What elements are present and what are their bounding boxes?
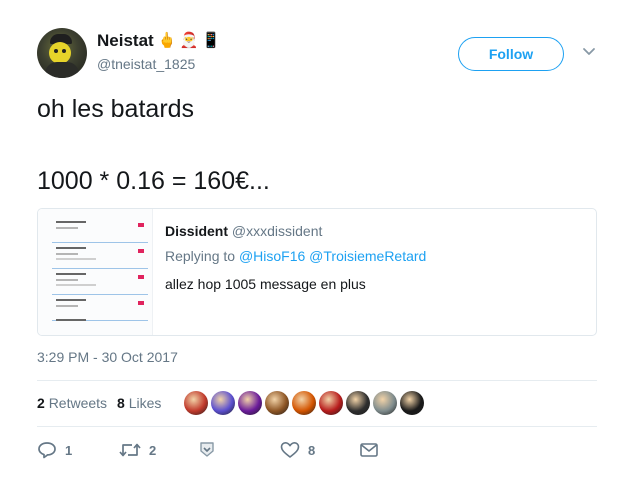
author-name-row[interactable]: Neistat 🖕 🎅 📱 [97,31,220,51]
author-display-name[interactable]: Neistat [97,31,154,51]
liker-avatar[interactable] [346,391,370,415]
like-action[interactable]: 8 [280,438,315,462]
mention-link[interactable]: @HisoF16 [239,248,305,264]
liker-avatar[interactable] [238,391,262,415]
follow-button[interactable]: Follow [458,37,564,71]
engagement-stats: 2 Retweets 8 Likes [37,395,161,411]
message-action[interactable] [359,438,379,462]
retweet-icon [119,443,141,457]
quoted-author-name: Dissident [165,223,229,239]
santa-emoji-icon: 🎅 [179,32,199,49]
liker-avatars [184,391,424,415]
liker-avatar[interactable] [292,391,316,415]
liker-avatar[interactable] [319,391,343,415]
tweet-timestamp[interactable]: 3:29 PM - 30 Oct 2017 [37,349,178,365]
phone-emoji-icon: 📱 [201,32,221,49]
tweet-text-spacer [37,126,617,164]
quoted-tweet-thumbnail[interactable] [38,209,153,335]
quoted-replying-to: Replying to @HisoF16 @TroisiemeRetard [165,248,426,264]
reply-count: 1 [65,442,73,458]
quoted-author-handle: @xxxdissident [231,223,323,239]
likes-label: Likes [128,395,162,411]
likes-count: 8 [117,395,125,411]
likes-stat[interactable]: 8 Likes [117,395,161,411]
retweets-count: 2 [37,395,45,411]
liker-avatar[interactable] [265,391,289,415]
chevron-down-icon[interactable] [582,44,596,58]
like-count: 8 [308,442,316,458]
divider [37,426,597,427]
reply-action[interactable]: 1 [37,438,72,462]
retweets-label: Retweets [48,395,108,411]
author-avatar[interactable] [37,28,87,78]
quoted-tweet-text: allez hop 1005 message en plus [165,276,366,292]
replying-to-label: Replying to [165,248,236,264]
liker-avatar[interactable] [211,391,235,415]
reply-icon [38,442,56,459]
thumbnail-message-row [52,217,148,243]
tweet-text-line-2: 1000 * 0.16 = 160€... [37,167,270,195]
avatar-face [49,42,71,64]
liker-avatar[interactable] [373,391,397,415]
tweet-text: oh les batards 1000 * 0.16 = 160€... [37,92,617,198]
tweet-text-line-1: oh les batards [37,95,195,123]
retweet-count: 2 [149,442,157,458]
avatar-body [45,62,79,78]
liker-avatar[interactable] [400,391,424,415]
envelope-icon [360,443,378,457]
retweet-action[interactable]: 2 [119,438,156,462]
author-handle[interactable]: @tneistat_1825 [97,56,195,72]
quoted-author[interactable]: Dissident @xxxdissident [165,223,322,239]
middle-finger-emoji-icon: 🖕 [157,32,177,49]
heart-icon [280,442,300,458]
thumbnail-message-row [52,243,148,269]
retweets-stat[interactable]: 2 Retweets [37,395,107,411]
dm-chevron-icon [200,442,214,457]
direct-message-dropdown-action[interactable] [198,438,216,462]
mention-link[interactable]: @TroisiemeRetard [309,248,426,264]
thumbnail-message-row [52,315,148,335]
thumbnail-message-row [52,269,148,295]
divider [37,380,597,381]
liker-avatar[interactable] [184,391,208,415]
quoted-tweet-card[interactable]: Dissident @xxxdissident Replying to @His… [37,208,597,336]
